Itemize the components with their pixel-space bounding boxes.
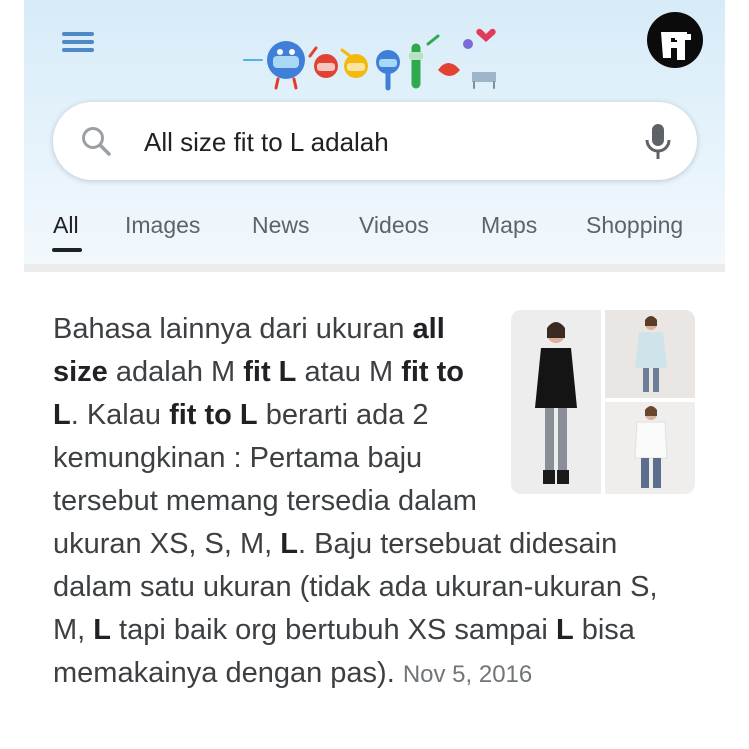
active-tab-indicator	[52, 248, 82, 252]
snippet-bold-term: L	[93, 614, 111, 646]
tab-maps[interactable]: Maps	[481, 211, 537, 239]
snippet-segment: atau M	[296, 356, 402, 388]
tab-news[interactable]: News	[252, 211, 310, 239]
microphone-icon[interactable]	[643, 122, 673, 162]
search-box[interactable]: All size fit to L adalah	[53, 102, 697, 180]
snippet-segment: adalah M	[107, 356, 244, 388]
header: All size fit to L adalah All Images News…	[24, 0, 725, 264]
search-icon[interactable]	[80, 125, 112, 157]
google-search-page: All size fit to L adalah All Images News…	[24, 0, 725, 749]
snippet-segment: tapi baik org bertubuh XS sampai	[111, 614, 556, 646]
tab-videos[interactable]: Videos	[359, 211, 429, 239]
section-divider	[24, 264, 725, 272]
clothing-model-photos-thumbnail[interactable]	[511, 310, 695, 494]
snippet-bold-term: L	[555, 614, 574, 646]
featured-snippet: Bahasa lainnya dari ukuran all size adal…	[53, 308, 695, 696]
google-doodle-logo[interactable]	[242, 26, 502, 92]
tab-images[interactable]: Images	[125, 211, 200, 239]
snippet-bold-term: L	[280, 528, 298, 560]
result-date: Nov 5, 2016	[402, 661, 533, 688]
hamburger-menu-icon[interactable]	[62, 30, 94, 54]
tab-all[interactable]: All	[53, 211, 79, 239]
account-avatar-icon[interactable]	[647, 12, 703, 68]
tab-shopping[interactable]: Shopping	[586, 211, 683, 239]
snippet-segment: . Kalau	[70, 399, 170, 431]
snippet-segment: Bahasa lainnya dari ukuran	[53, 313, 413, 345]
snippet-bold-term: fit to L	[169, 399, 258, 431]
snippet-bold-term: fit L	[243, 356, 297, 388]
search-tabs: All Images News Videos Maps Shopping	[24, 206, 725, 256]
search-query[interactable]: All size fit to L adalah	[144, 127, 389, 157]
